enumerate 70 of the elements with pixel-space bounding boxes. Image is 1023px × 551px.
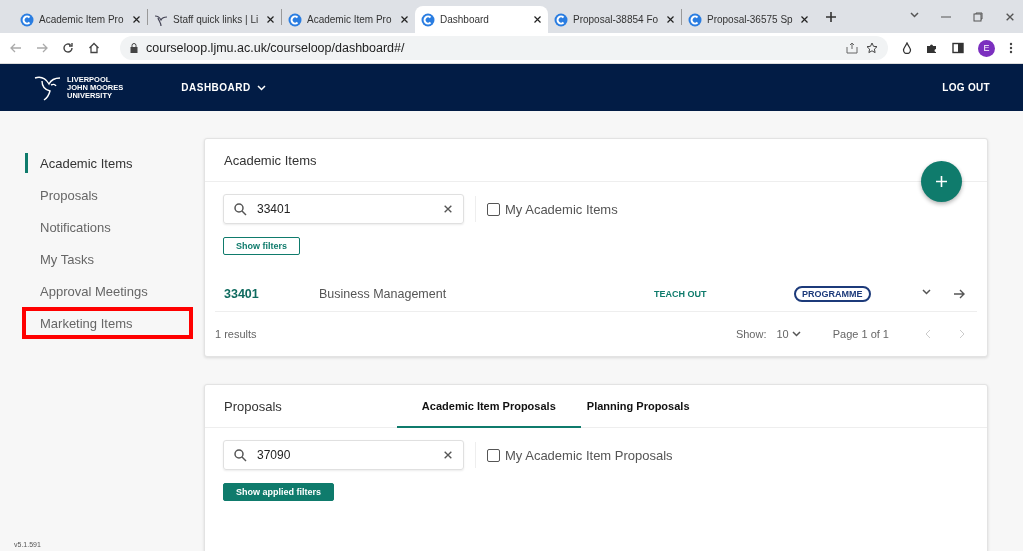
close-icon[interactable]: [132, 15, 141, 24]
home-icon[interactable]: [88, 42, 100, 54]
checkbox-label[interactable]: My Academic Items: [505, 201, 618, 217]
close-icon[interactable]: [800, 15, 809, 24]
site-icon: [288, 12, 302, 27]
checkbox[interactable]: [487, 448, 500, 462]
clear-icon[interactable]: [443, 450, 453, 460]
search-field[interactable]: 37090: [223, 440, 464, 470]
new-tab-icon[interactable]: [825, 10, 837, 23]
card-title: Academic Items: [224, 152, 317, 168]
caret-icon: [791, 331, 801, 337]
results-count: 1 results: [215, 328, 258, 340]
logout-button[interactable]: LOG OUT: [936, 81, 996, 94]
site-icon: [20, 12, 34, 27]
side-panel-icon[interactable]: [952, 42, 964, 54]
sidebar-item[interactable]: Academic Items: [25, 153, 188, 173]
browser-tab[interactable]: Proposal-38854 Fo: [548, 6, 681, 33]
site-icon: [421, 12, 435, 27]
more-icon[interactable]: [1009, 42, 1013, 54]
browser-tab[interactable]: Dashboard: [415, 6, 548, 33]
lock-icon: [130, 43, 138, 53]
status-label: TEACH OUT: [654, 289, 708, 299]
browser-tab[interactable]: Academic Item Pro: [282, 6, 415, 33]
search-icon: [234, 202, 247, 216]
type-tag: PROGRAMME: [794, 286, 871, 302]
site-icon: [688, 12, 702, 27]
close-icon[interactable]: [266, 15, 275, 24]
page-size-select[interactable]: 10: [776, 328, 801, 340]
browser-tab[interactable]: Academic Item Pro: [14, 6, 147, 33]
show-label: Show:: [735, 328, 767, 340]
sidebar-item[interactable]: Marketing Items: [25, 307, 188, 339]
puzzle-icon[interactable]: [926, 42, 938, 54]
restore-icon[interactable]: [973, 11, 983, 22]
star-icon[interactable]: [866, 42, 878, 54]
browser-tab[interactable]: Proposal-36575 Sp: [682, 6, 815, 33]
dashboard-menu[interactable]: DASHBOARD: [181, 82, 266, 93]
page-label: Page 1 of 1: [832, 328, 889, 340]
share-icon[interactable]: [846, 42, 858, 54]
show-filters-button[interactable]: Show filters: [223, 237, 300, 255]
checkbox-label[interactable]: My Academic Item Proposals: [505, 447, 673, 463]
clear-icon[interactable]: [443, 204, 453, 214]
sidebar-item[interactable]: Notifications: [25, 211, 188, 243]
address-bar[interactable]: courseloop.ljmu.ac.uk/courseloop/dashboard#/: [120, 36, 888, 60]
proposal-tab[interactable]: Academic Item Proposals: [396, 385, 581, 428]
sidebar-item[interactable]: Proposals: [25, 179, 188, 211]
close-icon[interactable]: [666, 15, 675, 24]
reload-icon[interactable]: [62, 42, 74, 54]
caret-icon: [256, 84, 266, 91]
sidebar-item[interactable]: My Tasks: [25, 243, 188, 275]
card-title: Proposals: [224, 398, 282, 414]
proposal-tab[interactable]: Planning Proposals: [580, 385, 696, 428]
search-icon: [234, 448, 247, 462]
tab-search-icon: [910, 11, 919, 18]
arrow-right-icon[interactable]: [953, 289, 965, 299]
profile-avatar[interactable]: E: [978, 39, 995, 57]
expand-icon: [922, 289, 931, 295]
add-button[interactable]: [921, 161, 962, 202]
show-applied-filters-button[interactable]: Show applied filters: [223, 483, 334, 501]
close-icon[interactable]: [533, 15, 542, 24]
drop-icon[interactable]: [902, 42, 912, 54]
item-name: Business Management: [319, 287, 448, 301]
site-icon: [554, 12, 568, 27]
browser-tab[interactable]: Staff quick links | Li: [148, 6, 281, 33]
sidebar-item[interactable]: Approval Meetings: [25, 275, 188, 307]
search-field[interactable]: 33401: [223, 194, 464, 224]
checkbox[interactable]: [487, 202, 500, 216]
close-icon[interactable]: [400, 15, 409, 24]
plus-icon: [935, 175, 948, 188]
bird-icon: [154, 12, 168, 27]
item-code[interactable]: 33401: [215, 287, 319, 301]
